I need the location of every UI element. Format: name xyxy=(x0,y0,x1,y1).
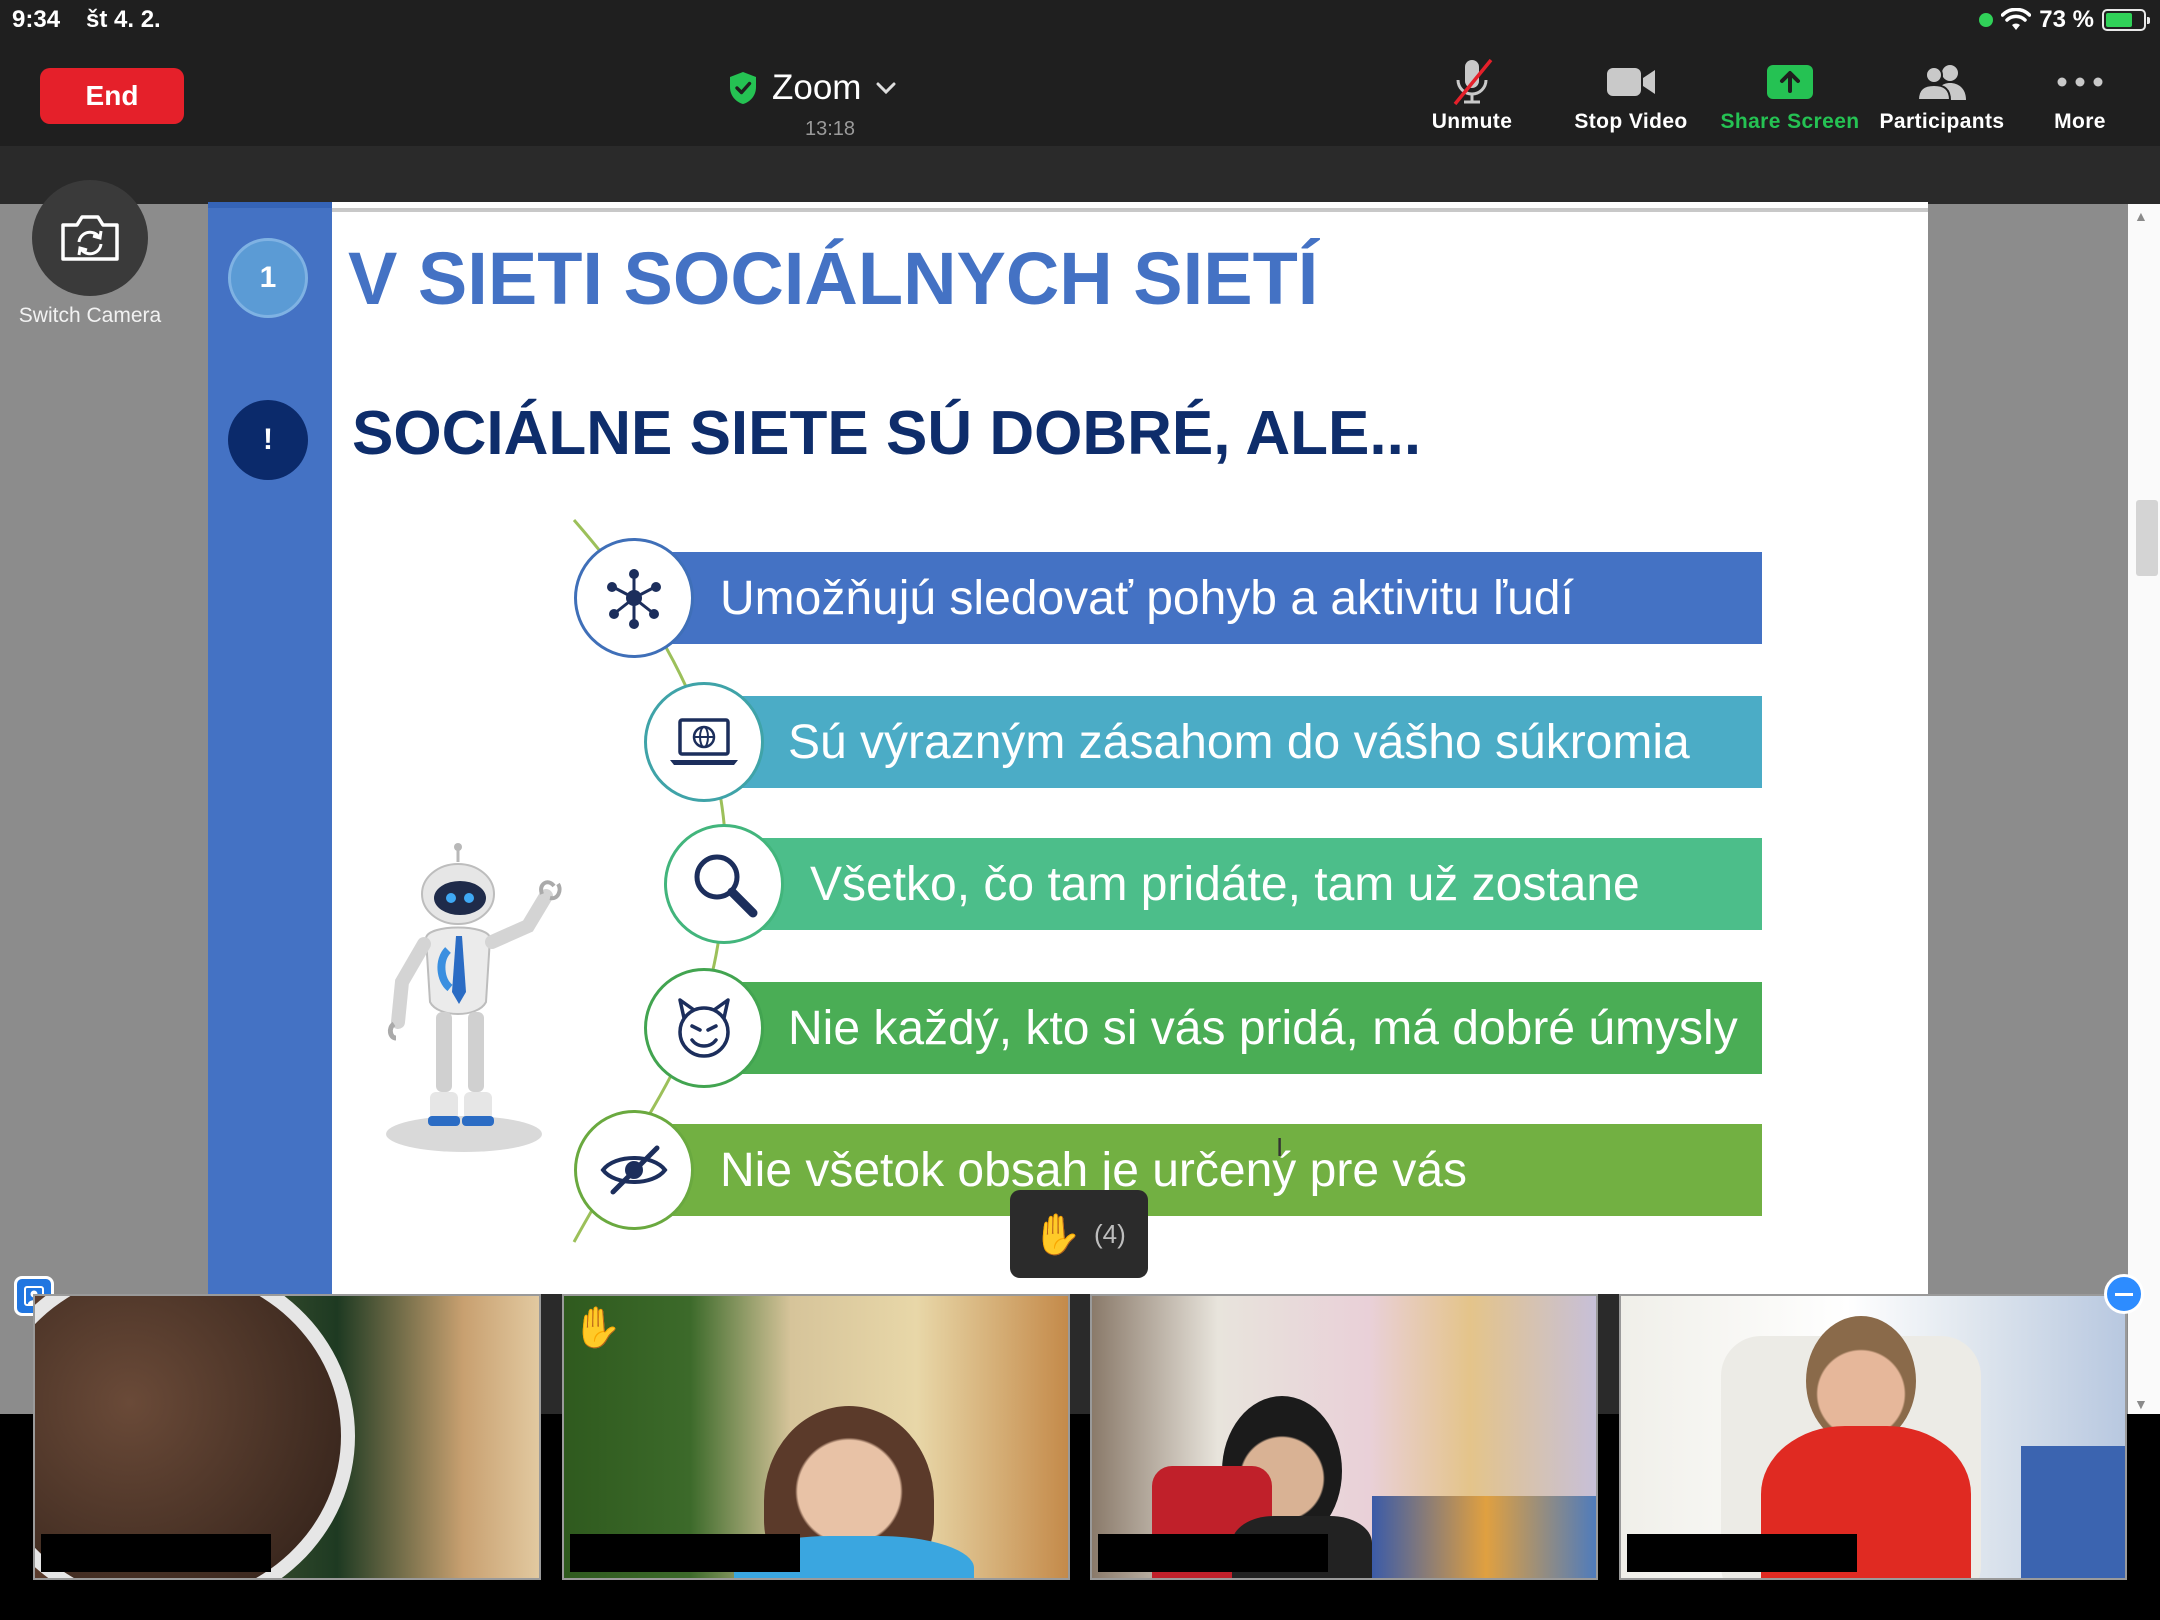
slide-item-3-badge xyxy=(664,824,784,944)
network-icon xyxy=(607,569,661,629)
share-screen-label: Share Screen xyxy=(1720,110,1860,133)
camera-in-use-indicator xyxy=(1979,13,1994,27)
wifi-icon xyxy=(2001,8,2032,30)
microphone-muted-icon xyxy=(1453,58,1493,106)
participant-4-bed xyxy=(2021,1446,2125,1578)
devil-face-icon xyxy=(678,998,730,1058)
participant-1-name-redacted xyxy=(41,1534,271,1572)
encryption-shield-icon xyxy=(730,72,756,104)
robot-illustration xyxy=(386,843,562,1152)
shared-screen-margin-left xyxy=(0,204,208,1414)
camera-switch-icon xyxy=(61,215,119,261)
participant-2-name-redacted xyxy=(570,1534,800,1572)
scroll-up-arrow-icon[interactable]: ▲ xyxy=(2134,208,2148,224)
magnifier-icon xyxy=(694,854,758,918)
more-dots-icon xyxy=(2057,77,2103,87)
participants-icon xyxy=(1916,65,1966,101)
laptop-globe-icon xyxy=(670,718,738,765)
meeting-timer: 13:18 xyxy=(804,118,856,140)
stop-video-label: Stop Video xyxy=(1574,110,1688,133)
stop-video-button[interactable]: Stop Video xyxy=(1551,56,1711,140)
slide-item-5-badge xyxy=(574,1110,694,1230)
slide-item-1-text: Umožňujú sledovať pohyb a aktivitu ľudí xyxy=(720,571,1574,625)
participant-3-bedding xyxy=(1372,1496,1596,1578)
participant-4-name-redacted xyxy=(1627,1534,1857,1572)
raised-hand-icon: ✋ xyxy=(1032,1212,1083,1257)
presentation-slide: 1 ! V SIETI SOCIÁLNYCH SIETÍ SOCIÁLNE SI… xyxy=(208,202,1928,1294)
slide-item-5: Nie všetok obsah je určený pre vás xyxy=(662,1124,1762,1216)
raised-hands-count: (4) xyxy=(1094,1218,1126,1249)
participants-button[interactable]: Participants xyxy=(1862,56,2022,140)
share-screen-icon xyxy=(1767,65,1813,99)
video-camera-icon xyxy=(1607,68,1655,96)
tile-raised-hand-icon: ✋ xyxy=(572,1306,622,1350)
unmute-label: Unmute xyxy=(1431,110,1513,133)
video-tile-4[interactable] xyxy=(1619,1294,2127,1580)
slide-item-2-text: Sú výrazným zásahom do vášho súkromia xyxy=(788,715,1690,769)
slide-item-4: Nie každý, kto si vás pridá, má dobré úm… xyxy=(728,982,1762,1074)
slide-item-1: Umožňujú sledovať pohyb a aktivitu ľudí xyxy=(662,552,1762,644)
meeting-title: Zoom xyxy=(772,68,862,107)
eye-slash-icon xyxy=(600,1145,668,1195)
video-tile-2[interactable]: ✋ xyxy=(562,1294,1070,1580)
slide-item-4-badge xyxy=(644,968,764,1088)
status-bar: 9:34 št 4. 2. 73 % xyxy=(0,0,2160,38)
minimize-videos-button[interactable] xyxy=(2104,1274,2144,1314)
battery-icon xyxy=(2102,9,2150,31)
minus-icon xyxy=(2115,1292,2133,1296)
scroll-down-arrow-icon[interactable]: ▼ xyxy=(2134,1396,2148,1412)
participants-label: Participants xyxy=(1879,110,2005,133)
more-label: More xyxy=(2054,110,2106,133)
status-time: 9:34 xyxy=(12,6,61,33)
shared-scrollbar[interactable] xyxy=(2128,204,2160,1414)
more-button[interactable]: More xyxy=(2000,56,2160,140)
slide-item-4-text: Nie každý, kto si vás pridá, má dobré úm… xyxy=(788,1001,1738,1055)
participant-3-name-redacted xyxy=(1098,1534,1328,1572)
switch-camera-label: Switch Camera xyxy=(18,304,162,327)
switch-camera-button[interactable] xyxy=(32,180,148,296)
slide-item-2: Sú výrazným zásahom do vášho súkromia xyxy=(728,696,1762,788)
shared-scrollbar-thumb[interactable] xyxy=(2136,500,2158,576)
shared-screen-margin-right xyxy=(1928,204,2128,1414)
share-screen-button[interactable]: Share Screen xyxy=(1710,56,1870,140)
slide-item-3: Všetko, čo tam pridáte, tam už zostane xyxy=(748,838,1762,930)
meeting-toolbar: End Zoom 13:18 Unmute Stop Video Share S… xyxy=(0,38,2160,146)
meeting-info-dropdown[interactable]: Zoom xyxy=(728,66,897,110)
raised-hands-indicator[interactable]: ✋ (4) xyxy=(1010,1190,1148,1278)
unmute-button[interactable]: Unmute xyxy=(1392,56,1552,140)
battery-percent: 73 % xyxy=(2039,6,2094,33)
status-date: št 4. 2. xyxy=(86,6,161,33)
chevron-down-icon xyxy=(876,82,896,95)
slide-item-3-text: Všetko, čo tam pridáte, tam už zostane xyxy=(810,857,1640,911)
end-meeting-button[interactable]: End xyxy=(40,68,184,124)
video-tile-1[interactable] xyxy=(33,1294,541,1580)
slide-item-1-badge xyxy=(574,538,694,658)
text-cursor-icon: I xyxy=(1276,1132,1284,1162)
status-right: 73 % xyxy=(1979,5,2150,35)
video-tile-3[interactable] xyxy=(1090,1294,1598,1580)
slide-item-2-badge xyxy=(644,682,764,802)
battery-fill xyxy=(2106,13,2133,27)
